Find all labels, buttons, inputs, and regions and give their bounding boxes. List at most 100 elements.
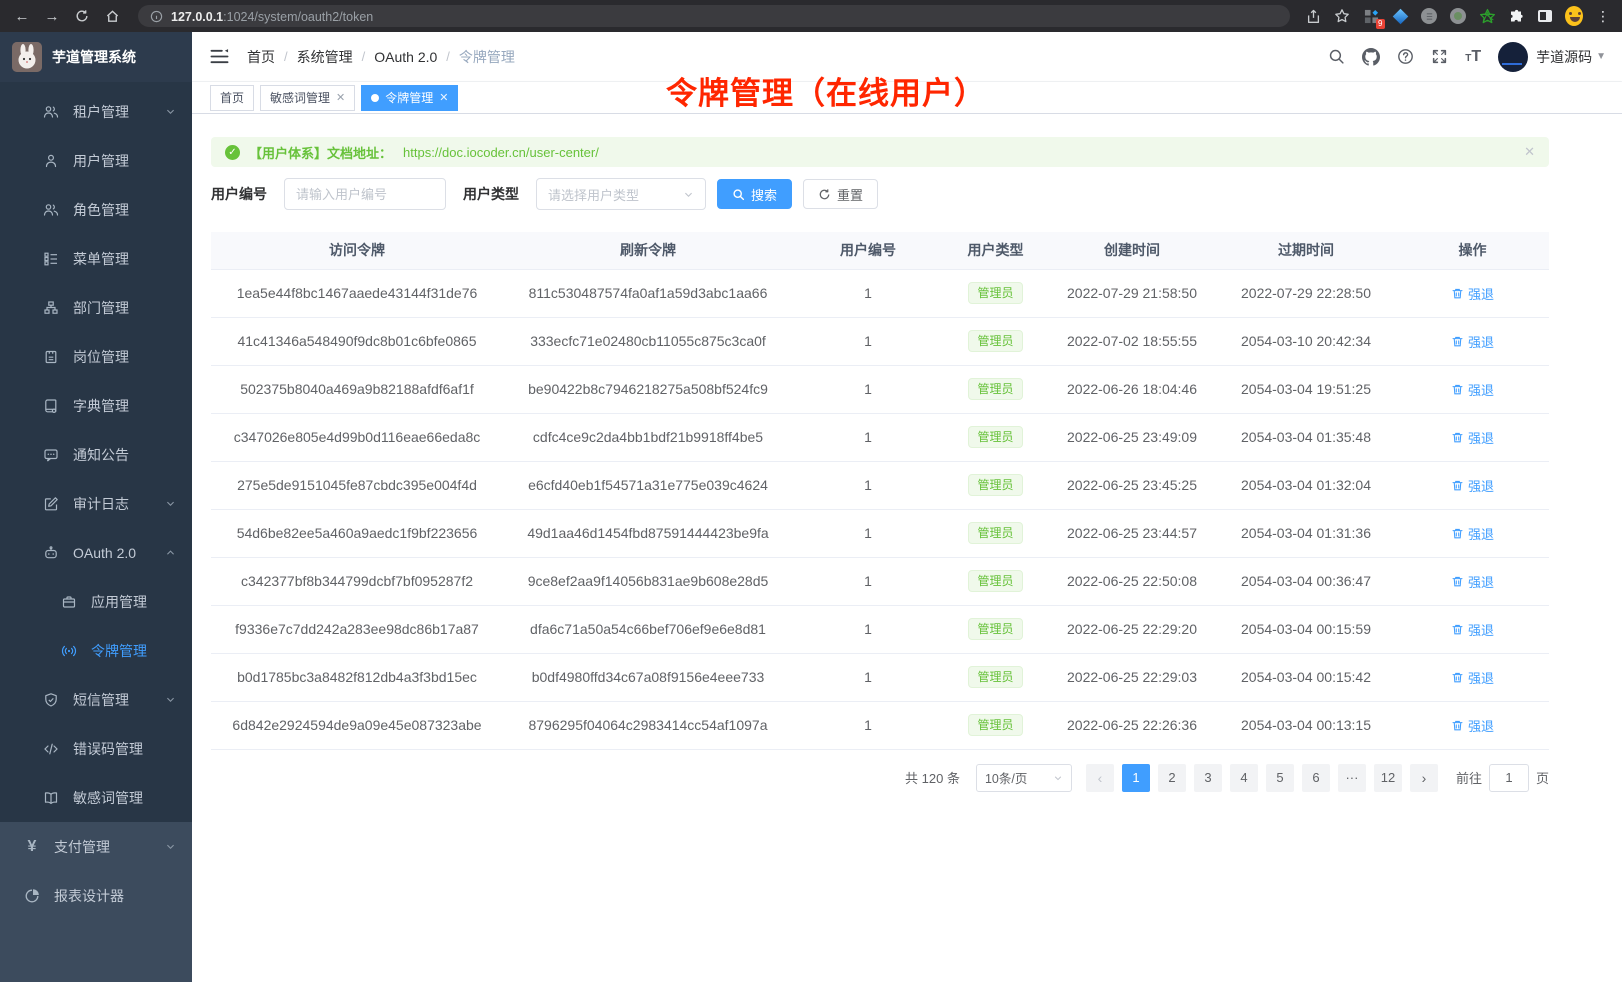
gem-extension[interactable] (1391, 7, 1409, 25)
force-logout-button[interactable]: 强退 (1451, 380, 1494, 399)
force-logout-button[interactable]: 强退 (1451, 620, 1494, 639)
sidebar-item-pay[interactable]: ¥ 支付管理 (0, 822, 192, 871)
user-id-cell: 1 (793, 557, 943, 605)
browser-back-button[interactable]: ← (10, 4, 34, 28)
browser-menu-button[interactable]: ⋮ (1594, 7, 1612, 25)
page-size-select[interactable]: 10条/页 (976, 764, 1072, 792)
sidebar-item-oauth-app[interactable]: 应用管理 (0, 577, 192, 626)
star-extension[interactable] (1478, 7, 1496, 25)
font-size-button[interactable]: TT (1465, 48, 1481, 66)
user-type-select[interactable]: 请选择用户类型 (536, 178, 706, 210)
force-logout-button[interactable]: 强退 (1451, 332, 1494, 351)
sidebar-item-tenant[interactable]: 租户管理 (0, 87, 192, 136)
header-search-button[interactable] (1328, 48, 1345, 65)
force-logout-button[interactable]: 强退 (1451, 476, 1494, 495)
sidebar-item-label: 部门管理 (73, 298, 192, 318)
side-panel-button[interactable] (1536, 7, 1554, 25)
sidebar-item-errcode[interactable]: 错误码管理 (0, 724, 192, 773)
round-extension-2[interactable] (1449, 7, 1467, 25)
sidebar-item-report-designer[interactable]: 报表设计器 (0, 871, 192, 920)
access-token-cell: c347026e805e4d99b0d116eae66eda8c (211, 413, 503, 461)
prev-page-button[interactable]: ‹ (1086, 764, 1114, 792)
created-time-cell: 2022-06-25 23:44:57 (1048, 509, 1216, 557)
browser-chrome: ← → 127.0.0.1:1024/system/oauth2/token (0, 0, 1622, 32)
sidebar-item-sensitive-word[interactable]: 敏感词管理 (0, 773, 192, 822)
url-text: 127.0.0.1:1024/system/oauth2/token (171, 8, 373, 24)
force-logout-button[interactable]: 强退 (1451, 668, 1494, 687)
sidebar-item-label: OAuth 2.0 (73, 545, 151, 561)
breadcrumb-home[interactable]: 首页 (247, 47, 275, 67)
github-link[interactable] (1362, 48, 1380, 66)
pie-icon (24, 888, 40, 904)
sidebar-item-label: 岗位管理 (73, 347, 192, 367)
force-logout-label: 强退 (1468, 620, 1494, 639)
browser-forward-button[interactable]: → (40, 4, 64, 28)
page-button-12[interactable]: 12 (1374, 764, 1402, 792)
user-menu[interactable]: 芋道源码 ▼ (1498, 42, 1606, 72)
close-icon[interactable]: ✕ (336, 91, 345, 104)
user-type-badge: 管理员 (968, 666, 1022, 688)
alert-close-icon[interactable]: ✕ (1524, 144, 1535, 160)
page-more-button[interactable]: ··· (1338, 764, 1366, 792)
fullscreen-button[interactable] (1431, 48, 1448, 65)
reset-button[interactable]: 重置 (803, 179, 878, 209)
sidebar-item-dict[interactable]: 字典管理 (0, 381, 192, 430)
force-logout-button[interactable]: 强退 (1451, 572, 1494, 591)
app-title: 芋道管理系统 (52, 47, 136, 67)
menu-tree-icon (43, 251, 59, 267)
sidebar-item-oauth[interactable]: OAuth 2.0 (0, 528, 192, 577)
app-logo[interactable]: 芋道管理系统 (0, 32, 192, 82)
sidebar-item-label: 角色管理 (73, 200, 192, 220)
breadcrumb-oauth[interactable]: OAuth 2.0 (374, 49, 437, 65)
page-button-6[interactable]: 6 (1302, 764, 1330, 792)
force-logout-button[interactable]: 强退 (1451, 716, 1494, 735)
page-button-5[interactable]: 5 (1266, 764, 1294, 792)
next-page-button[interactable]: › (1410, 764, 1438, 792)
sidebar-item-notice[interactable]: 通知公告 (0, 430, 192, 479)
force-logout-button[interactable]: 强退 (1451, 284, 1494, 303)
page-size-value: 10条/页 (985, 768, 1053, 787)
profile-avatar[interactable] (1565, 7, 1583, 25)
force-logout-button[interactable]: 强退 (1451, 524, 1494, 543)
search-button[interactable]: 搜索 (717, 179, 792, 209)
user-id-input[interactable] (284, 178, 446, 210)
created-time-cell: 2022-06-25 22:50:08 (1048, 557, 1216, 605)
sidebar-item-sms[interactable]: 短信管理 (0, 675, 192, 724)
sidebar-item-post[interactable]: 岗位管理 (0, 332, 192, 381)
user-id-cell: 1 (793, 605, 943, 653)
sidebar-item-audit-log[interactable]: 审计日志 (0, 479, 192, 528)
tab-home[interactable]: 首页 (210, 85, 254, 111)
collapse-sidebar-button[interactable] (210, 48, 229, 65)
sidebar-item-menu[interactable]: 菜单管理 (0, 234, 192, 283)
puzzle-extension[interactable] (1507, 7, 1525, 25)
sidebar-item-oauth-token[interactable]: 令牌管理 (0, 626, 192, 675)
page-jump-input[interactable] (1489, 764, 1529, 792)
sidebar-item-user[interactable]: 用户管理 (0, 136, 192, 185)
tab-token[interactable]: 令牌管理 ✕ (361, 85, 458, 111)
bookmark-button[interactable] (1333, 7, 1351, 25)
round-extension-1[interactable] (1420, 7, 1438, 25)
address-bar[interactable]: 127.0.0.1:1024/system/oauth2/token (138, 5, 1290, 27)
extension-grid[interactable]: 9 (1362, 7, 1380, 25)
refresh-token-cell: dfa6c71a50a54c66bef706ef9e6e8d81 (503, 605, 793, 653)
chevron-up-icon (165, 547, 176, 558)
browser-reload-button[interactable] (70, 4, 94, 28)
sidebar-item-dept[interactable]: 部门管理 (0, 283, 192, 332)
sidebar-item-role[interactable]: 角色管理 (0, 185, 192, 234)
help-button[interactable] (1397, 48, 1414, 65)
force-logout-button[interactable]: 强退 (1451, 428, 1494, 447)
user-type-badge: 管理员 (968, 282, 1022, 304)
delete-icon (1451, 287, 1464, 300)
user-id-cell: 1 (793, 509, 943, 557)
access-token-cell: c342377bf8b344799dcbf7bf095287f2 (211, 557, 503, 605)
page-button-3[interactable]: 3 (1194, 764, 1222, 792)
share-button[interactable] (1304, 7, 1322, 25)
breadcrumb-system[interactable]: 系统管理 (297, 47, 353, 67)
tab-sensitive-word[interactable]: 敏感词管理 ✕ (260, 85, 355, 111)
close-icon[interactable]: ✕ (439, 91, 448, 104)
doc-link[interactable]: https://doc.iocoder.cn/user-center/ (403, 145, 599, 160)
browser-home-button[interactable] (100, 4, 124, 28)
page-button-4[interactable]: 4 (1230, 764, 1258, 792)
page-button-1[interactable]: 1 (1122, 764, 1150, 792)
page-button-2[interactable]: 2 (1158, 764, 1186, 792)
